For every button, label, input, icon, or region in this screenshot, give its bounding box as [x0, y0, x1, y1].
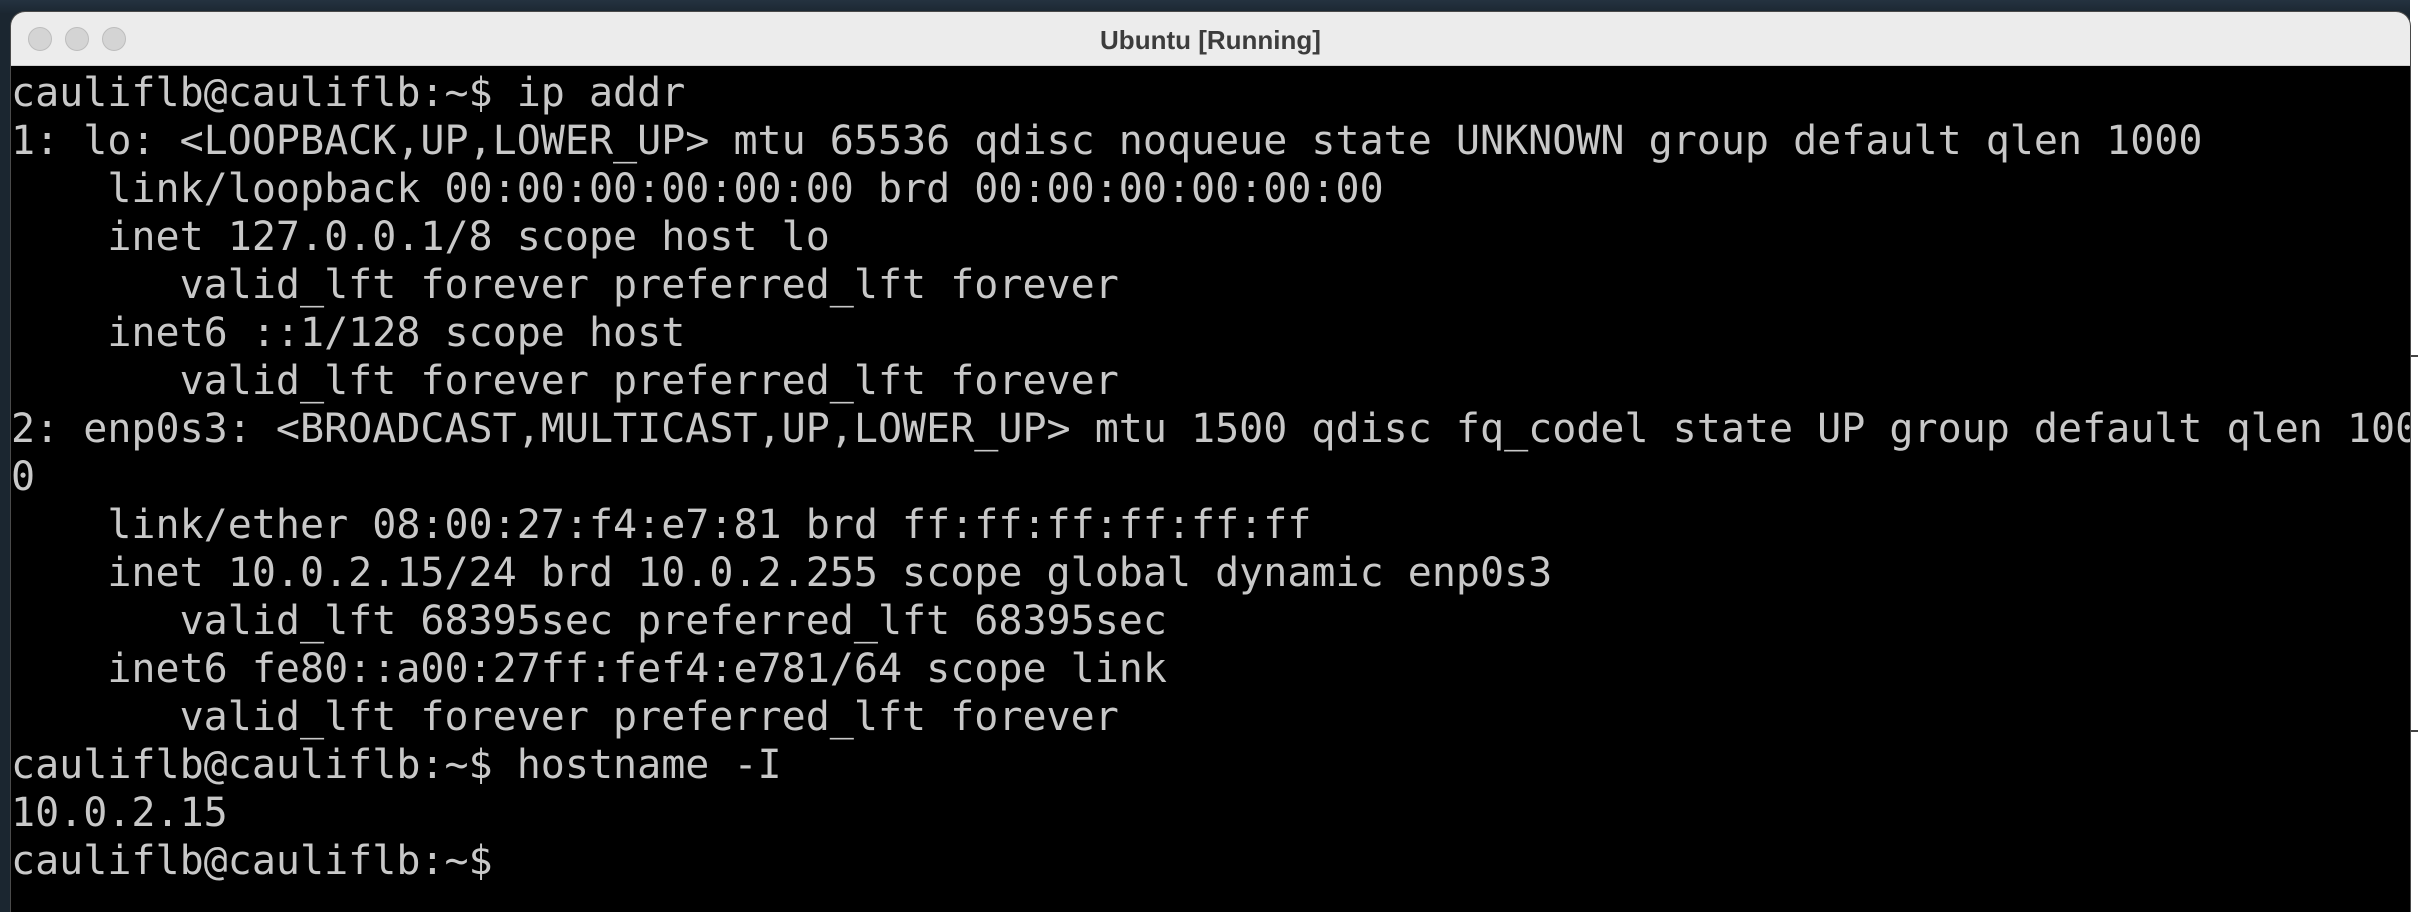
terminal-line: valid_lft forever preferred_lft forever — [11, 694, 1119, 740]
background-window-edge — [2410, 0, 2418, 912]
window-title: Ubuntu [Running] — [1100, 25, 1321, 55]
terminal-line: inet 10.0.2.15/24 brd 10.0.2.255 scope g… — [11, 550, 1553, 596]
terminal-line: cauliflb@cauliflb:~$ ip addr — [11, 70, 686, 116]
terminal-line: inet6 ::1/128 scope host — [11, 310, 686, 356]
terminal-line: link/loopback 00:00:00:00:00:00 brd 00:0… — [11, 166, 1384, 212]
terminal-line: valid_lft forever preferred_lft forever — [11, 358, 1119, 404]
terminal-prompt[interactable]: cauliflb@cauliflb:~$ — [11, 837, 493, 885]
terminal-line: 2: enp0s3: <BROADCAST,MULTICAST,UP,LOWER… — [11, 406, 2410, 452]
edge-mark — [2410, 730, 2418, 732]
terminal-line: inet6 fe80::a00:27ff:fef4:e781/64 scope … — [11, 646, 1167, 692]
terminal-line: 10.0.2.15 — [11, 790, 228, 836]
terminal-line: 1: lo: <LOOPBACK,UP,LOWER_UP> mtu 65536 … — [11, 118, 2203, 164]
terminal-line: valid_lft 68395sec preferred_lft 68395se… — [11, 598, 1167, 644]
terminal-line: valid_lft forever preferred_lft forever — [11, 262, 1119, 308]
window-titlebar[interactable]: Ubuntu [Running] — [11, 12, 2410, 66]
terminal-screen[interactable]: cauliflb@cauliflb:~$ ip addr 1: lo: <LOO… — [11, 67, 2410, 912]
terminal-line: 0 — [11, 454, 36, 500]
terminal-line: link/ether 08:00:27:f4:e7:81 brd ff:ff:f… — [11, 502, 1312, 548]
vm-window[interactable]: Ubuntu [Running] cauliflb@cauliflb:~$ ip… — [11, 12, 2410, 912]
edge-mark — [2410, 355, 2418, 357]
terminal-line: inet 127.0.0.1/8 scope host lo — [11, 214, 830, 260]
terminal-line: cauliflb@cauliflb:~$ hostname -I — [11, 742, 782, 788]
